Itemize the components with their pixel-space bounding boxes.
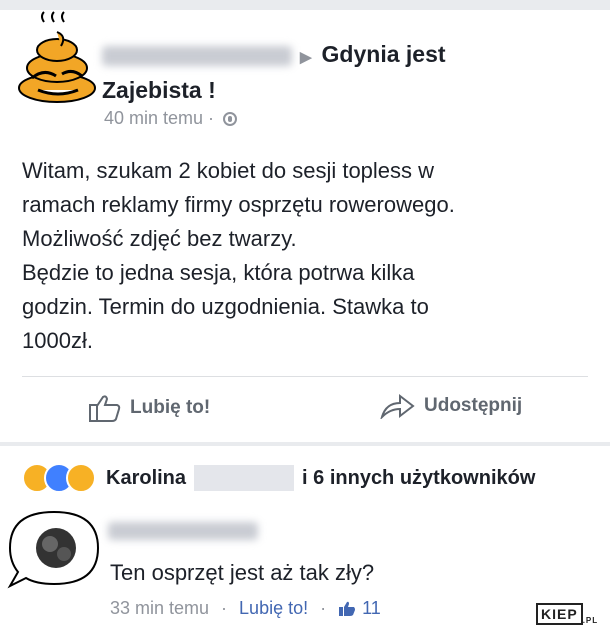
thumbs-up-icon bbox=[89, 395, 121, 422]
post-meta: 40 min temu · bbox=[104, 108, 238, 129]
author-name-redacted bbox=[102, 45, 292, 66]
reactions-summary[interactable]: Karolina i 6 innych użytkowników bbox=[22, 463, 535, 493]
post-line: godzin. Termin do uzgodnienia. Stawka to bbox=[22, 294, 429, 319]
post-line: Możliwość zdjęć bez twarzy. bbox=[22, 226, 297, 251]
commenter-name-redacted bbox=[108, 522, 258, 540]
reactor-name[interactable]: Karolina bbox=[106, 467, 186, 490]
group-name[interactable]: Gdynia jest bbox=[322, 41, 446, 67]
commenter-avatar[interactable] bbox=[6, 508, 102, 590]
like-button[interactable]: Lubię to! bbox=[88, 393, 210, 423]
reactions-text: Karolina i 6 innych użytkowników bbox=[106, 465, 535, 491]
wow-reaction-icon bbox=[66, 463, 96, 493]
divider bbox=[22, 376, 588, 377]
comment-time[interactable]: 33 min temu bbox=[110, 598, 209, 619]
post-line: Witam, szukam 2 kobiet do sesji topless … bbox=[22, 158, 435, 183]
dot-separator: · bbox=[221, 598, 228, 618]
reactor-surname-redacted bbox=[194, 465, 295, 491]
post-line: 1000zł. bbox=[22, 328, 93, 353]
share-arrow-icon bbox=[380, 393, 415, 419]
post-author-avatar[interactable] bbox=[14, 8, 100, 104]
comment-like-button[interactable]: Lubię to! bbox=[239, 598, 308, 619]
post-line: Będzie to jedna sesja, która potrwa kilk… bbox=[22, 260, 415, 285]
like-label: Lubię to! bbox=[130, 397, 211, 418]
arrow-right-icon: ▶ bbox=[300, 49, 312, 66]
post-line: ramach reklamy firmy osprzętu rowerowego… bbox=[22, 192, 455, 217]
globe-icon bbox=[223, 112, 238, 127]
comment-likes-count: 11 bbox=[362, 598, 381, 618]
reactions-others[interactable]: i 6 innych użytkowników bbox=[302, 467, 535, 490]
comment-meta: 33 min temu · Lubię to! · 11 bbox=[110, 598, 381, 619]
post-time[interactable]: 40 min temu bbox=[104, 108, 203, 128]
share-button[interactable]: Udostępnij bbox=[380, 393, 522, 419]
dot-separator: · bbox=[320, 598, 327, 618]
comment-likes[interactable]: 11 bbox=[338, 598, 381, 619]
share-label: Udostępnij bbox=[424, 395, 523, 416]
post-header: ▶ Gdynia jest Zajebista ! bbox=[102, 38, 582, 106]
group-name-continued[interactable]: Zajebista ! bbox=[102, 77, 216, 103]
comment-text: Ten osprzęt jest aż tak zły? bbox=[110, 560, 375, 585]
section-divider bbox=[0, 442, 610, 446]
post-body: Witam, szukam 2 kobiet do sesji topless … bbox=[22, 154, 592, 358]
thumbs-up-icon bbox=[339, 601, 356, 616]
watermark-logo: KIEP .PL bbox=[536, 603, 598, 625]
